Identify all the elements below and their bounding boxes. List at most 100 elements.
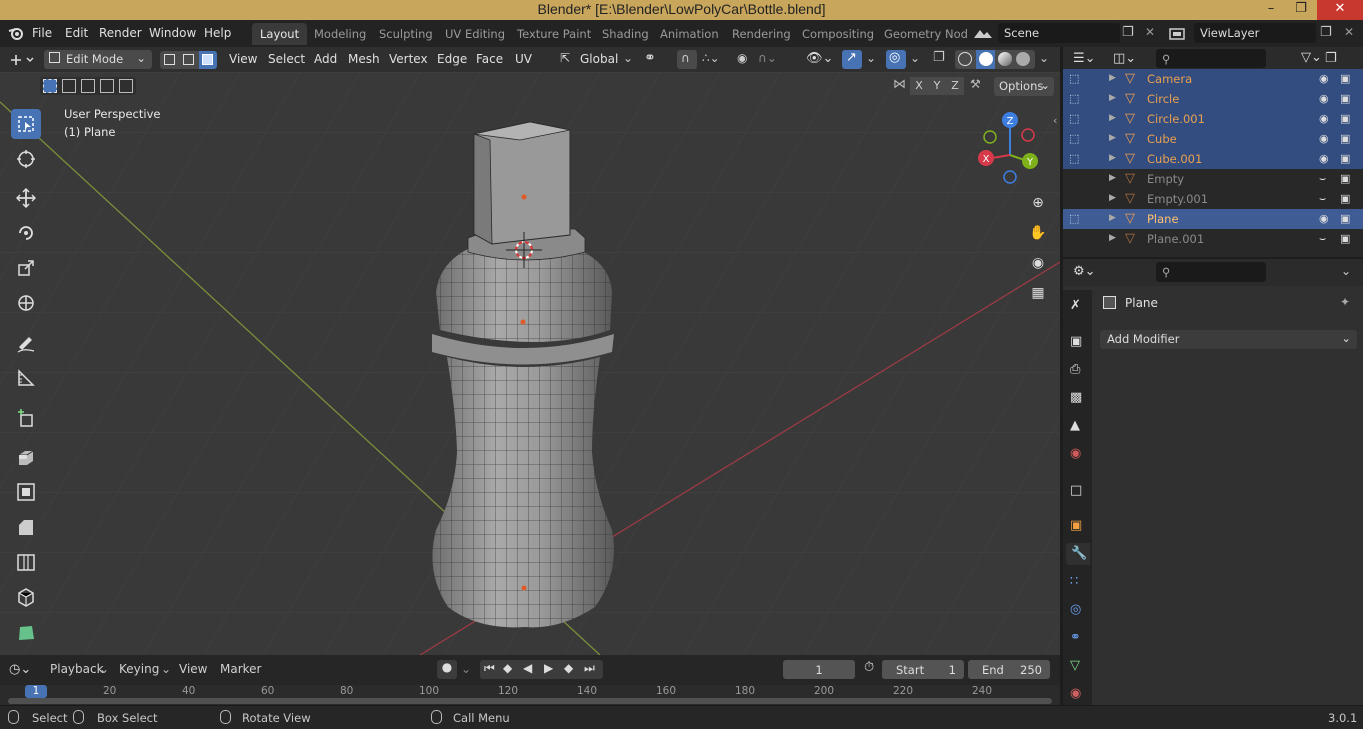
outliner-item-name[interactable]: Circle.001 bbox=[1147, 112, 1205, 126]
tab-rendering[interactable]: Rendering bbox=[724, 23, 799, 45]
select-intersect-icon[interactable] bbox=[119, 79, 133, 93]
editor-type-icon[interactable] bbox=[8, 52, 36, 68]
render-camera-icon[interactable]: ▣ bbox=[1340, 112, 1350, 125]
visibility-eye-icon[interactable]: ◉ bbox=[1319, 92, 1329, 105]
outliner-item-name[interactable]: Empty.001 bbox=[1147, 192, 1208, 206]
material-icon[interactable]: ◉ bbox=[1070, 686, 1081, 701]
display-mode-icon[interactable]: ◫⌄ bbox=[1113, 51, 1136, 66]
material-shading-icon[interactable] bbox=[998, 52, 1012, 66]
menu-playback[interactable]: Playback bbox=[50, 662, 104, 676]
3d-viewport[interactable]: User Perspective (1) Plane ⋈ X Y Z ⚒ Opt… bbox=[0, 72, 1060, 655]
expand-arrow-icon[interactable]: ▶ bbox=[1109, 153, 1116, 163]
menu-render[interactable]: Render bbox=[99, 26, 142, 40]
select-new-icon[interactable] bbox=[43, 79, 57, 93]
edit-mode-toggle-icon[interactable]: ⬚ bbox=[1069, 92, 1079, 105]
wrench-icon[interactable]: ⚒ bbox=[970, 77, 981, 91]
wireframe-shading-icon[interactable] bbox=[958, 52, 972, 66]
tab-geometry-nodes[interactable]: Geometry Nod bbox=[876, 23, 976, 45]
maximize-button[interactable]: ❐ bbox=[1286, 0, 1316, 20]
menu-vertex[interactable]: Vertex bbox=[389, 52, 428, 66]
mesh-data-icon[interactable]: ▽ bbox=[1070, 658, 1080, 673]
properties-search-input[interactable]: ⚲ bbox=[1156, 262, 1266, 282]
physics-icon[interactable]: ◎ bbox=[1070, 602, 1081, 617]
edit-mode-toggle-icon[interactable]: ⬚ bbox=[1069, 212, 1079, 225]
pivot-icon[interactable]: ⚭ bbox=[644, 50, 656, 66]
edit-mode-toggle-icon[interactable]: ⬚ bbox=[1069, 132, 1079, 145]
menu-mesh[interactable]: Mesh bbox=[348, 52, 380, 66]
outliner-item-name[interactable]: Cube bbox=[1147, 132, 1177, 146]
next-keyframe-icon[interactable]: ◆ bbox=[564, 661, 573, 675]
properties-editor-icon[interactable]: ⚙⌄ bbox=[1073, 264, 1096, 279]
start-frame-field[interactable]: Start 1 bbox=[882, 660, 964, 679]
cursor-tool[interactable] bbox=[11, 144, 41, 174]
collection-icon[interactable]: □ bbox=[1070, 483, 1082, 498]
chevron-down-icon[interactable]: ⌄ bbox=[866, 51, 876, 65]
filter-icon[interactable]: ▽⌄ bbox=[1301, 50, 1322, 65]
options-dropdown[interactable]: Options ⌄ bbox=[994, 77, 1054, 96]
menu-marker[interactable]: Marker bbox=[220, 662, 261, 676]
visibility-eye-icon[interactable]: ◉ bbox=[1319, 112, 1329, 125]
tab-sculpting[interactable]: Sculpting bbox=[371, 23, 441, 45]
jump-start-icon[interactable]: ⏮ bbox=[484, 661, 495, 676]
visibility-eye-icon[interactable]: ◉ bbox=[1319, 132, 1329, 145]
chevron-down-icon[interactable]: ⌄ bbox=[1341, 264, 1351, 278]
tab-uv-editing[interactable]: UV Editing bbox=[437, 23, 513, 45]
menu-view[interactable]: View bbox=[179, 662, 207, 676]
remove-scene-icon[interactable]: ✕ bbox=[1145, 25, 1155, 39]
navigation-gizmo[interactable]: Z Y X bbox=[970, 110, 1060, 190]
particles-icon[interactable]: ∷ bbox=[1070, 574, 1078, 589]
outliner-row[interactable]: ⬚ ▶ ▽ Cube ◉ ▣ bbox=[1063, 129, 1363, 149]
zoom-icon[interactable]: ⊕ bbox=[1025, 190, 1051, 216]
tool-settings-icon[interactable]: ✗ bbox=[1070, 298, 1081, 313]
minimize-button[interactable]: – bbox=[1256, 0, 1286, 20]
tab-texture-paint[interactable]: Texture Paint bbox=[509, 23, 599, 45]
edit-mode-toggle-icon[interactable]: ⬚ bbox=[1069, 112, 1079, 125]
menu-keying[interactable]: Keying bbox=[119, 662, 159, 676]
add-cube-tool[interactable] bbox=[11, 403, 41, 433]
select-box-tool[interactable] bbox=[11, 109, 41, 139]
move-tool[interactable] bbox=[11, 183, 41, 213]
visibility-icon[interactable]: 👁⌄ bbox=[806, 51, 833, 66]
new-scene-icon[interactable]: ❐ bbox=[1122, 25, 1134, 40]
outliner-item-name[interactable]: Camera bbox=[1147, 72, 1192, 86]
constraints-icon[interactable]: ⚭ bbox=[1070, 630, 1081, 645]
mode-select[interactable]: Edit Mode ⌄ bbox=[44, 50, 152, 69]
outliner-item-name[interactable]: Circle bbox=[1147, 92, 1179, 106]
rendered-shading-icon[interactable] bbox=[1016, 52, 1030, 66]
world-icon[interactable]: ◉ bbox=[1070, 446, 1081, 461]
play-reverse-icon[interactable]: ◀ bbox=[523, 661, 532, 675]
visibility-eye-icon[interactable]: ◉ bbox=[1319, 72, 1329, 85]
scale-tool[interactable] bbox=[11, 253, 41, 283]
select-invert-icon[interactable] bbox=[100, 79, 114, 93]
playhead[interactable]: 1 bbox=[25, 685, 47, 698]
menu-view[interactable]: View bbox=[229, 52, 257, 66]
inset-tool[interactable] bbox=[11, 477, 41, 507]
outliner-row[interactable]: ⬚ ▶ ▽ Cube.001 ◉ ▣ bbox=[1063, 149, 1363, 169]
expand-arrow-icon[interactable]: ▶ bbox=[1109, 113, 1116, 123]
timeline-editor-icon[interactable]: ◷⌄ bbox=[9, 662, 31, 677]
object-icon[interactable]: ▣ bbox=[1070, 518, 1082, 533]
current-frame-field[interactable]: 1 bbox=[783, 660, 855, 679]
outliner-editor-icon[interactable]: ☰⌄ bbox=[1073, 51, 1096, 66]
timeline-scrollbar[interactable] bbox=[8, 698, 1052, 704]
orientation-select[interactable]: Global bbox=[580, 52, 618, 66]
view-layer-icon[interactable] bbox=[1168, 26, 1188, 42]
chevron-down-icon[interactable]: ⌄ bbox=[910, 51, 920, 65]
chevron-down-icon[interactable]: ⌄ bbox=[461, 662, 471, 676]
knife-tool[interactable] bbox=[11, 582, 41, 612]
tab-modeling[interactable]: Modeling bbox=[306, 23, 374, 45]
snap-target-icon[interactable]: ∴⌄ bbox=[702, 51, 720, 65]
menu-select[interactable]: Select bbox=[268, 52, 305, 66]
outliner-row[interactable]: ⬚ ▶ ▽ Camera ◉ ▣ bbox=[1063, 69, 1363, 89]
transform-tool[interactable] bbox=[11, 288, 41, 318]
outliner-item-name[interactable]: Cube.001 bbox=[1147, 152, 1202, 166]
render-camera-icon[interactable]: ▣ bbox=[1340, 132, 1350, 145]
edit-mode-toggle-icon[interactable]: ⬚ bbox=[1069, 72, 1079, 85]
add-modifier-dropdown[interactable]: Add Modifier ⌄ bbox=[1100, 330, 1357, 349]
visibility-eye-icon[interactable]: ⌣ bbox=[1319, 192, 1326, 206]
mirror-y-toggle[interactable]: Y bbox=[928, 77, 946, 95]
menu-edit[interactable]: Edit bbox=[65, 26, 88, 40]
render-camera-icon[interactable]: ▣ bbox=[1070, 334, 1082, 349]
outliner-search-input[interactable]: ⚲ bbox=[1156, 49, 1266, 68]
tab-animation[interactable]: Animation bbox=[652, 23, 727, 45]
